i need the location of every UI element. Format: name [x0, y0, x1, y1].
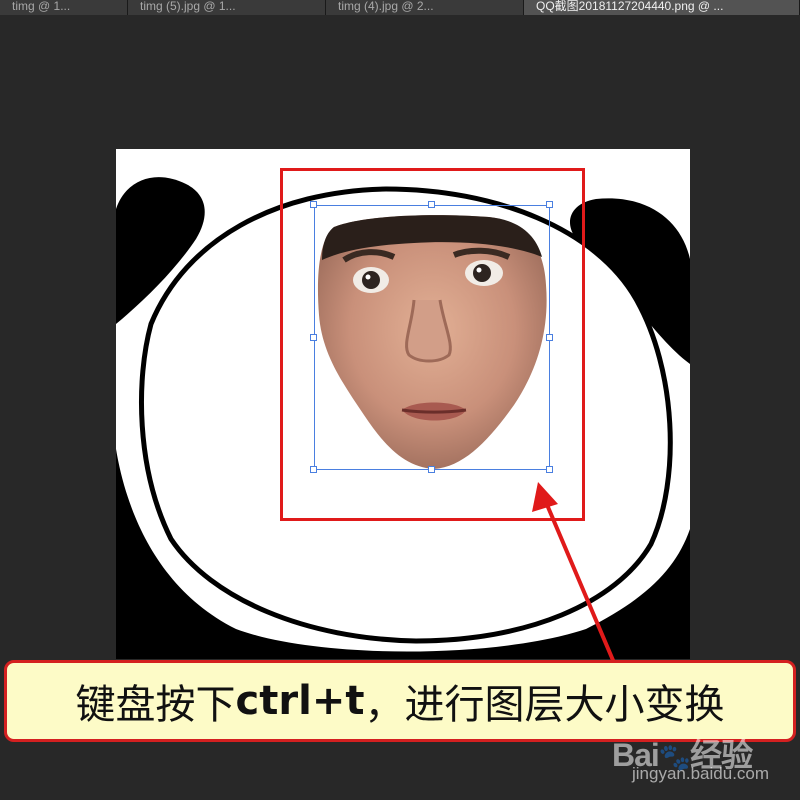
watermark-url: jingyan.baidu.com: [632, 764, 770, 783]
caption-text-1: 键盘按下: [75, 682, 236, 728]
caption-text-2: ，进行图层大小变换: [364, 682, 725, 728]
caption-shortcut: ctrl+t: [235, 678, 365, 724]
